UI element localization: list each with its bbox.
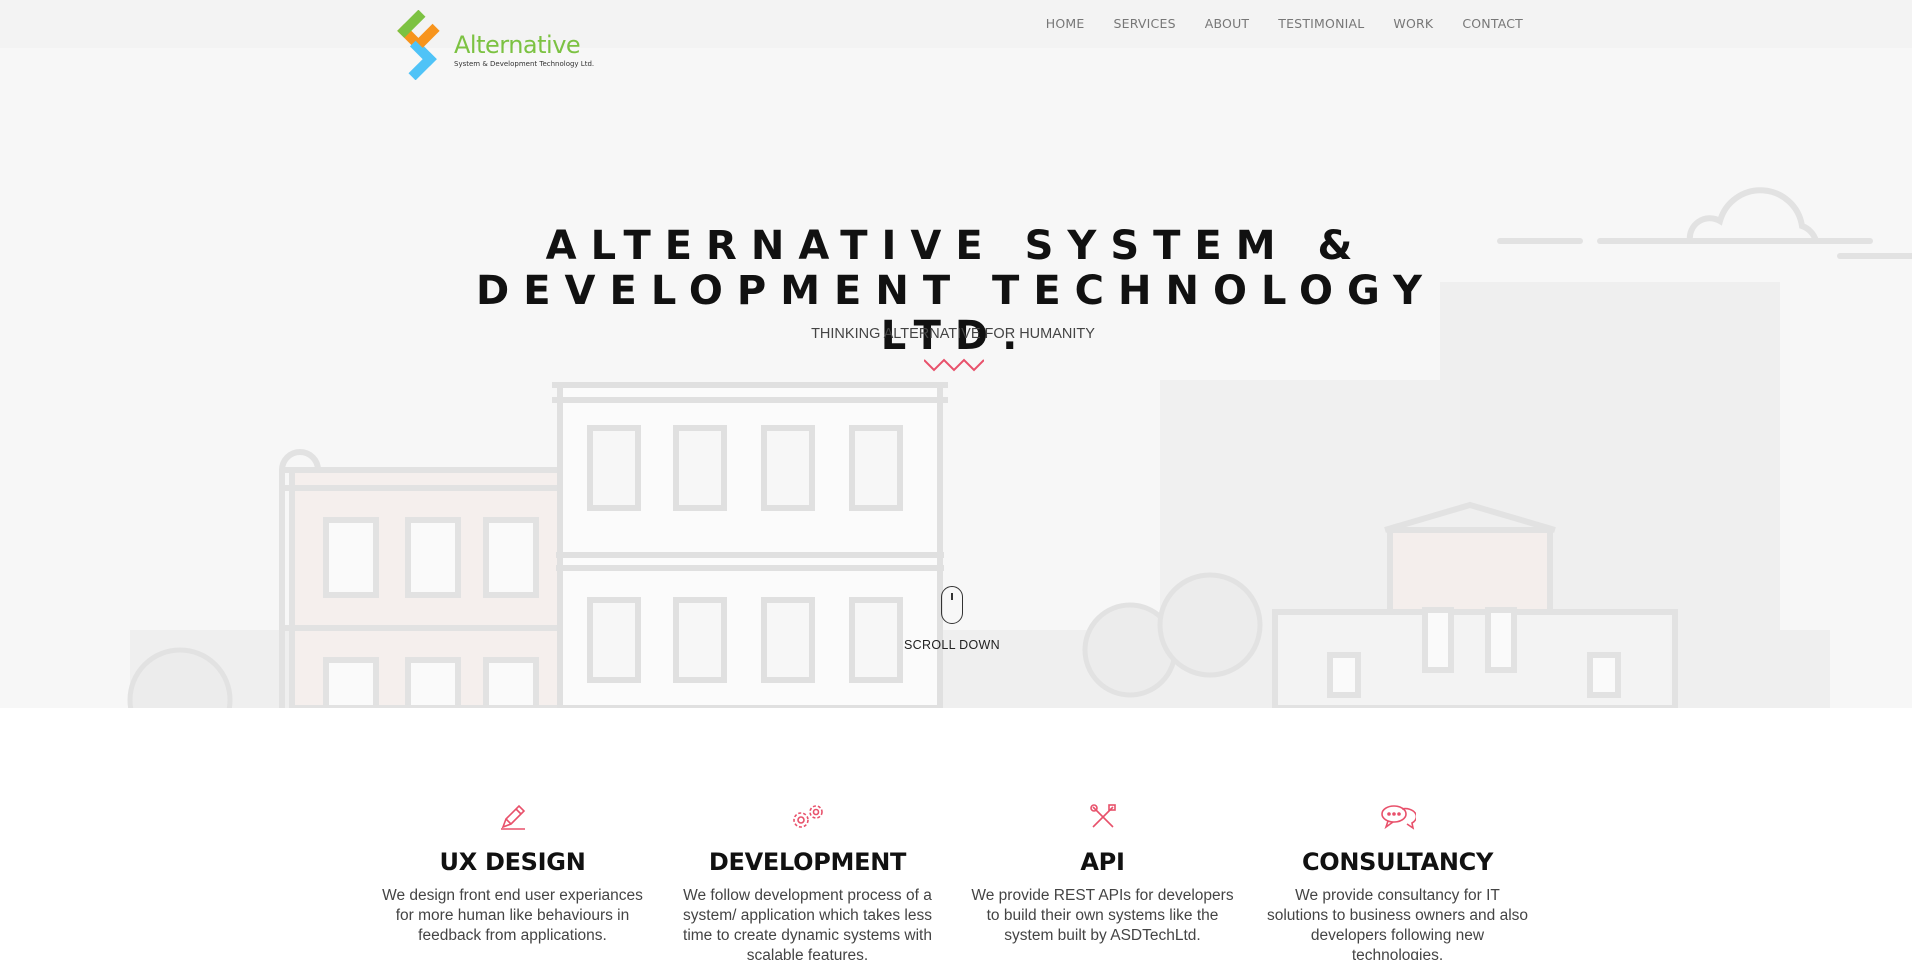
service-card: UX DESIGN We design front end user exper… bbox=[380, 800, 645, 960]
service-title: CONSULTANCY bbox=[1301, 848, 1494, 876]
service-description: We follow development process of a syste… bbox=[683, 887, 932, 960]
scroll-down-label: SCROLL DOWN bbox=[904, 638, 1000, 652]
brand-logo[interactable]: Alternative System & Development Technol… bbox=[382, 9, 612, 82]
chat-bubbles-icon bbox=[1380, 805, 1416, 830]
nav-testimonial[interactable]: TESTIMONIAL bbox=[1278, 16, 1364, 31]
top-navbar: Alternative System & Development Technol… bbox=[0, 0, 1912, 81]
zigzag-icon bbox=[924, 358, 984, 372]
service-title: API bbox=[1080, 848, 1125, 876]
nav-services[interactable]: SERVICES bbox=[1113, 16, 1175, 31]
service-card: DEVELOPMENT We follow development proces… bbox=[675, 800, 940, 960]
hero-section: Alternative System & Development Technol… bbox=[0, 0, 1912, 708]
scroll-down-button[interactable]: SCROLL DOWN bbox=[0, 586, 1904, 652]
service-description: We provide REST APIs for developers to b… bbox=[971, 887, 1234, 944]
service-title: UX DESIGN bbox=[439, 848, 586, 876]
main-nav: HOME SERVICES ABOUT TESTIMONIAL WORK CON… bbox=[1046, 0, 1523, 46]
gears-icon bbox=[792, 805, 823, 828]
tools-icon bbox=[1089, 804, 1116, 828]
service-description: We design front end user experiances for… bbox=[382, 887, 643, 944]
service-card: CONSULTANCY We provide consultancy for I… bbox=[1265, 800, 1530, 960]
nav-work[interactable]: WORK bbox=[1393, 16, 1433, 31]
pencil-icon bbox=[500, 804, 525, 830]
logo-mark-icon bbox=[397, 9, 440, 81]
services-section: UX DESIGN We design front end user exper… bbox=[380, 800, 1530, 960]
logo-tagline: System & Development Technology Ltd. bbox=[454, 60, 595, 68]
logo-wordmark: Alternative bbox=[454, 31, 581, 59]
service-description: We provide consultancy for IT solutions … bbox=[1266, 887, 1529, 960]
hero-subtitle: THINKING ALTERNATIVE FOR HUMANITY bbox=[811, 326, 1095, 342]
nav-about[interactable]: ABOUT bbox=[1205, 16, 1250, 31]
page: Alternative System & Development Technol… bbox=[0, 0, 1912, 960]
service-title: DEVELOPMENT bbox=[708, 848, 907, 876]
mouse-icon bbox=[941, 586, 963, 624]
nav-contact[interactable]: CONTACT bbox=[1462, 16, 1523, 31]
nav-home[interactable]: HOME bbox=[1046, 16, 1085, 31]
service-card: API We provide REST APIs for developers … bbox=[970, 800, 1235, 960]
